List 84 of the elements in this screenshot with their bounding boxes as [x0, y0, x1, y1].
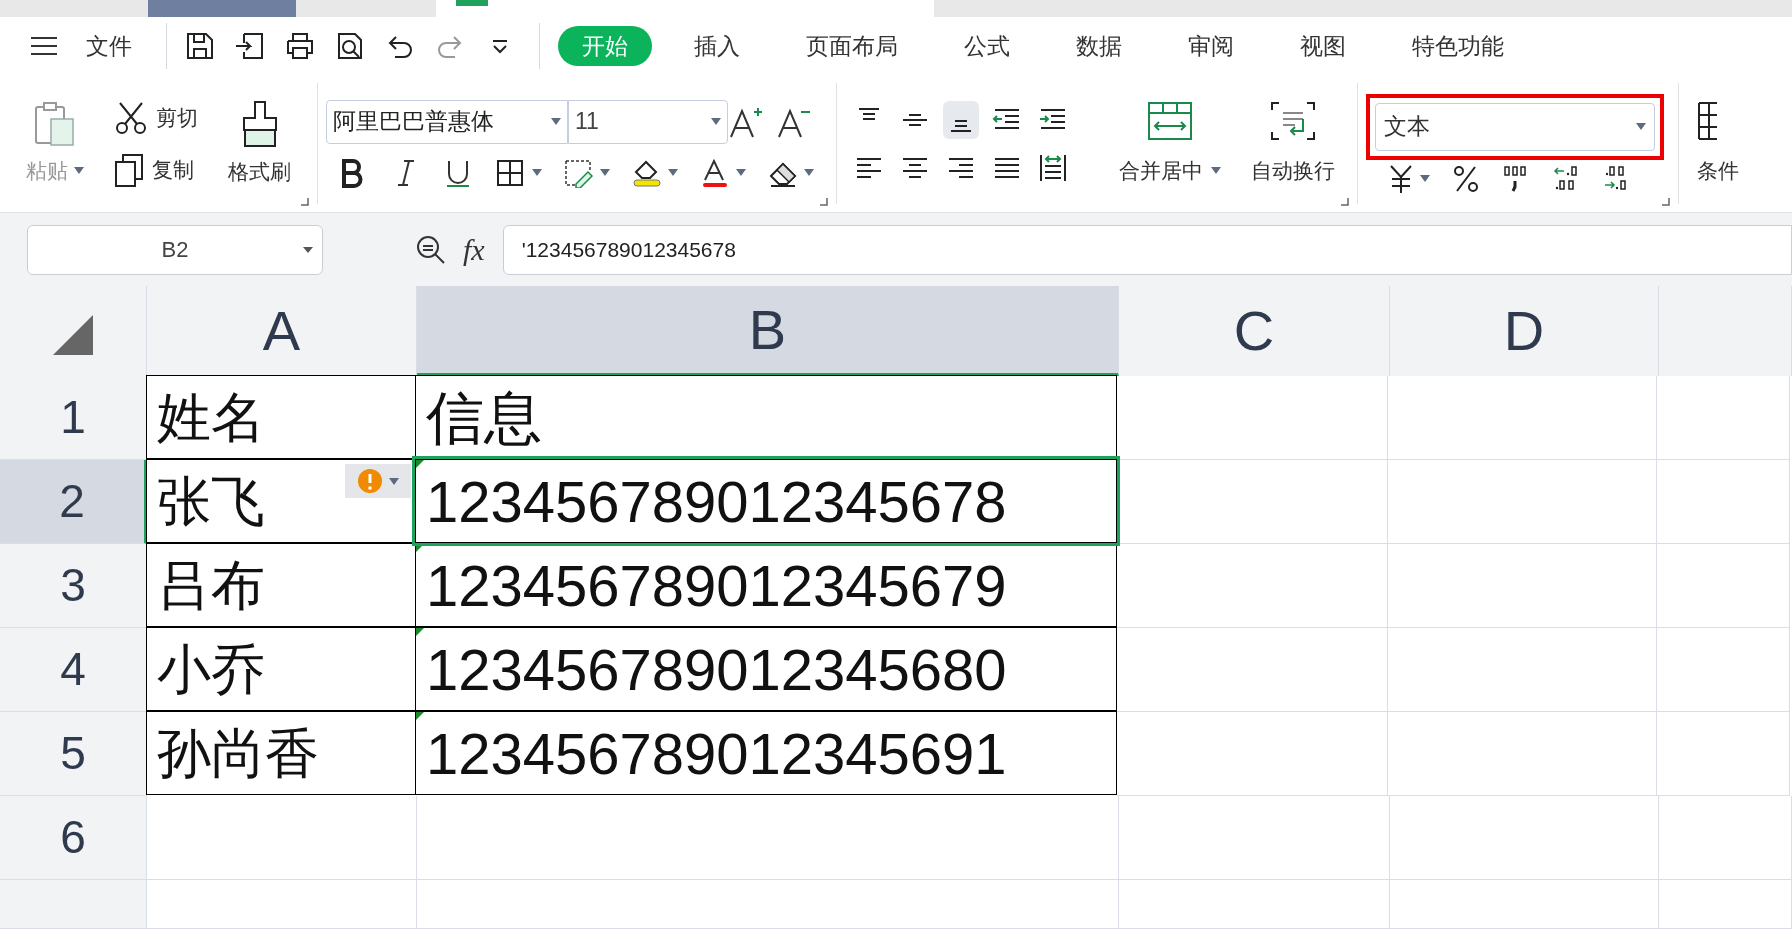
caret-icon — [389, 477, 399, 485]
clipboard-icon — [33, 100, 77, 147]
table-cell: 姓名 — [146, 375, 416, 459]
wrap-text-button[interactable]: 自动换行 — [1251, 100, 1335, 187]
table-cell: 123456789012345678 — [415, 459, 1117, 543]
table-cell: 吕布 — [146, 543, 416, 627]
caret-icon — [532, 169, 542, 176]
number-format-dropdown[interactable]: 文本 — [1375, 102, 1655, 151]
caret-icon — [600, 169, 610, 176]
caret-icon — [1211, 167, 1221, 174]
ribbon-tab[interactable]: 特色功能 — [1388, 26, 1528, 66]
select-all-icon — [51, 313, 95, 357]
row-header[interactable]: 4 — [0, 628, 147, 712]
wrap-text-icon — [1270, 100, 1316, 141]
table-cell: 123456789012345679 — [415, 543, 1117, 627]
cell-reference: B2 — [161, 236, 189, 264]
warning-icon — [357, 468, 383, 494]
ribbon-tab[interactable]: 页面布局 — [782, 26, 922, 66]
column-header[interactable]: B — [417, 286, 1119, 376]
dialog-launcher-icon — [1662, 198, 1670, 206]
export-icon[interactable] — [235, 31, 265, 61]
text-number-marker-icon — [416, 544, 424, 552]
ribbon-tab[interactable]: 视图 — [1276, 26, 1370, 66]
ribbon-tab[interactable]: 公式 — [940, 26, 1034, 66]
ribbon-tab[interactable]: 审阅 — [1164, 26, 1258, 66]
percent-icon[interactable] — [1452, 163, 1480, 194]
font-name-dropdown[interactable]: 阿里巴巴普惠体 — [326, 99, 568, 144]
merge-cells-icon — [1147, 100, 1193, 141]
print-preview-icon[interactable] — [335, 31, 365, 61]
scissors-icon — [114, 100, 148, 135]
caret-icon — [551, 118, 561, 125]
copy-icon — [114, 152, 144, 187]
font-color-icon[interactable] — [700, 157, 730, 188]
dialog-launcher-icon — [301, 198, 309, 206]
table-cell: 孙尚香 — [146, 711, 416, 795]
caret-icon — [74, 167, 84, 174]
caret-icon — [804, 169, 814, 176]
table-cell: 123456789012345691 — [415, 711, 1117, 795]
borders-icon[interactable] — [496, 157, 526, 188]
cell-style-icon[interactable] — [564, 157, 594, 188]
table-cell: 小乔 — [146, 627, 416, 711]
name-box[interactable]: B2 — [27, 224, 323, 275]
spreadsheet-icon — [456, 0, 488, 6]
paintbrush-icon — [240, 99, 279, 148]
caret-icon — [1636, 123, 1646, 130]
table-icon — [1697, 100, 1717, 141]
table-cell: 信息 — [415, 375, 1117, 459]
format-painter-button[interactable]: 格式刷 — [228, 99, 291, 188]
text-number-marker-icon — [416, 628, 424, 636]
cut-button[interactable]: 剪切 — [114, 100, 198, 135]
window-tab[interactable] — [436, 0, 934, 17]
caret-icon — [736, 169, 746, 176]
text-number-marker-icon — [416, 712, 424, 720]
conditional-format-button[interactable]: 条件 — [1697, 100, 1739, 187]
currency-icon[interactable] — [1388, 163, 1414, 194]
row-header[interactable]: 2 — [0, 460, 147, 544]
error-check-button[interactable] — [345, 464, 411, 498]
column-header[interactable]: C — [1119, 286, 1390, 376]
dialog-launcher-icon — [1341, 198, 1349, 206]
merge-center-button[interactable]: 合并居中 — [1119, 100, 1221, 187]
save-icon[interactable] — [185, 31, 215, 61]
caret-icon — [302, 245, 314, 254]
print-icon[interactable] — [285, 31, 315, 61]
zoom-icon — [415, 233, 447, 266]
caret-icon — [1420, 175, 1430, 182]
caret-icon — [711, 118, 721, 125]
dialog-launcher-icon — [820, 198, 828, 206]
row-header[interactable]: 6 — [0, 796, 147, 880]
formula-field[interactable]: '123456789012345678 — [502, 224, 1792, 275]
font-size-dropdown[interactable]: 11 — [568, 99, 728, 144]
bold-icon — [340, 157, 364, 188]
row-header[interactable]: 3 — [0, 544, 147, 628]
file-menu[interactable]: 文件 — [86, 28, 132, 64]
menu-icon — [30, 36, 58, 56]
copy-button[interactable]: 复制 — [114, 152, 198, 187]
function-button[interactable]: fx — [463, 227, 485, 272]
text-number-marker-icon — [416, 460, 424, 468]
column-header[interactable]: D — [1390, 286, 1659, 376]
row-header[interactable]: 1 — [0, 376, 147, 460]
table-cell: 123456789012345680 — [415, 627, 1117, 711]
ribbon-tab[interactable]: 插入 — [670, 26, 764, 66]
row-header[interactable]: 5 — [0, 712, 147, 796]
ribbon-tab[interactable]: 数据 — [1052, 26, 1146, 66]
caret-icon — [668, 169, 678, 176]
